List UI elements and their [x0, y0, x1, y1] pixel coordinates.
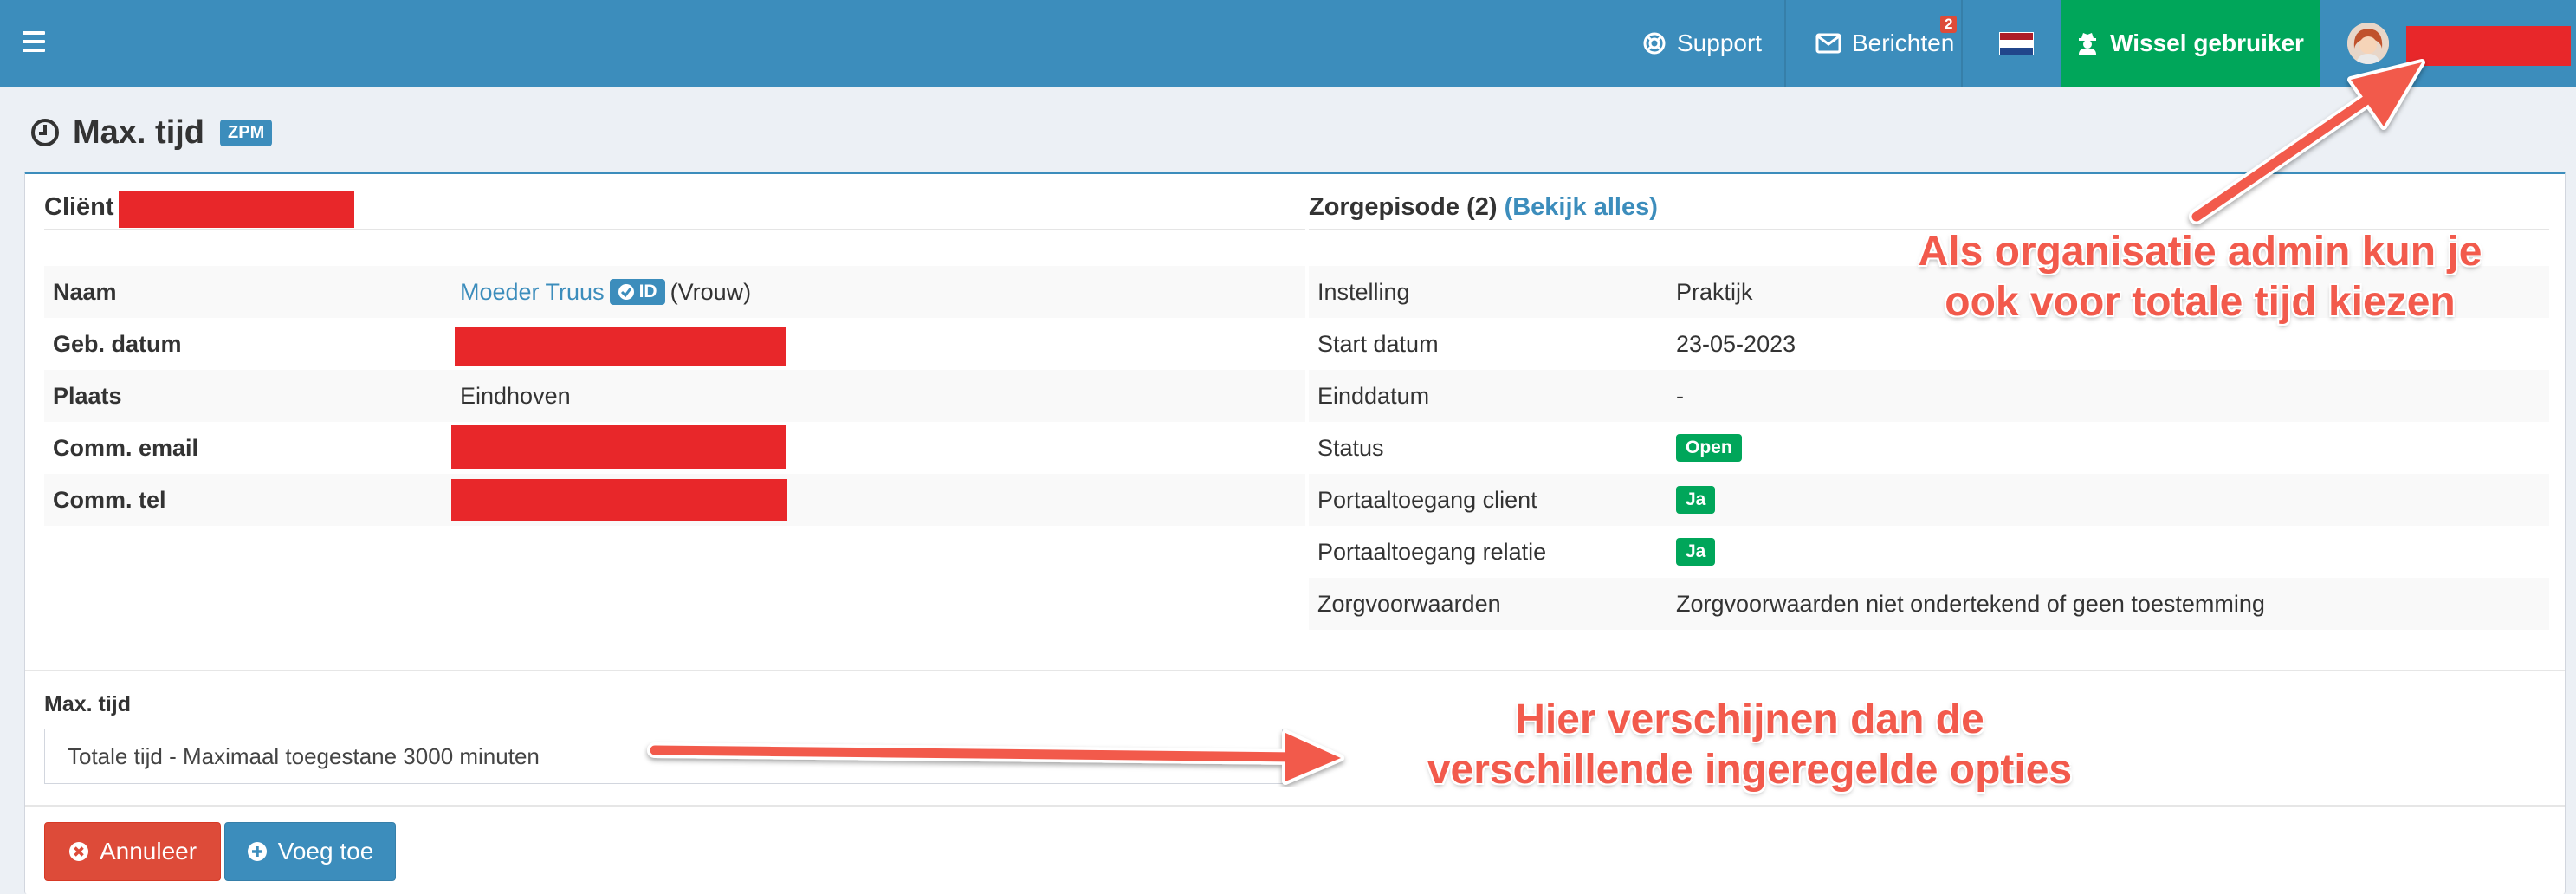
annotation-arrows [647, 59, 2425, 785]
arrow-to-username [2189, 59, 2425, 224]
annotation-options-note: Hier verschijnen dan de verschillende in… [1386, 695, 2113, 795]
annotation-line: ook voor totale tijd kiezen [1945, 279, 2456, 325]
arrow-to-options [647, 729, 1344, 785]
annotation-admin-note: Als organisatie admin kun je ook voor to… [1888, 227, 2512, 327]
annotation-line: Als organisatie admin kun je [1918, 229, 2482, 275]
annotation-line: verschillende ingeregelde opties [1427, 747, 2073, 793]
annotation-line: Hier verschijnen dan de [1515, 696, 1984, 742]
